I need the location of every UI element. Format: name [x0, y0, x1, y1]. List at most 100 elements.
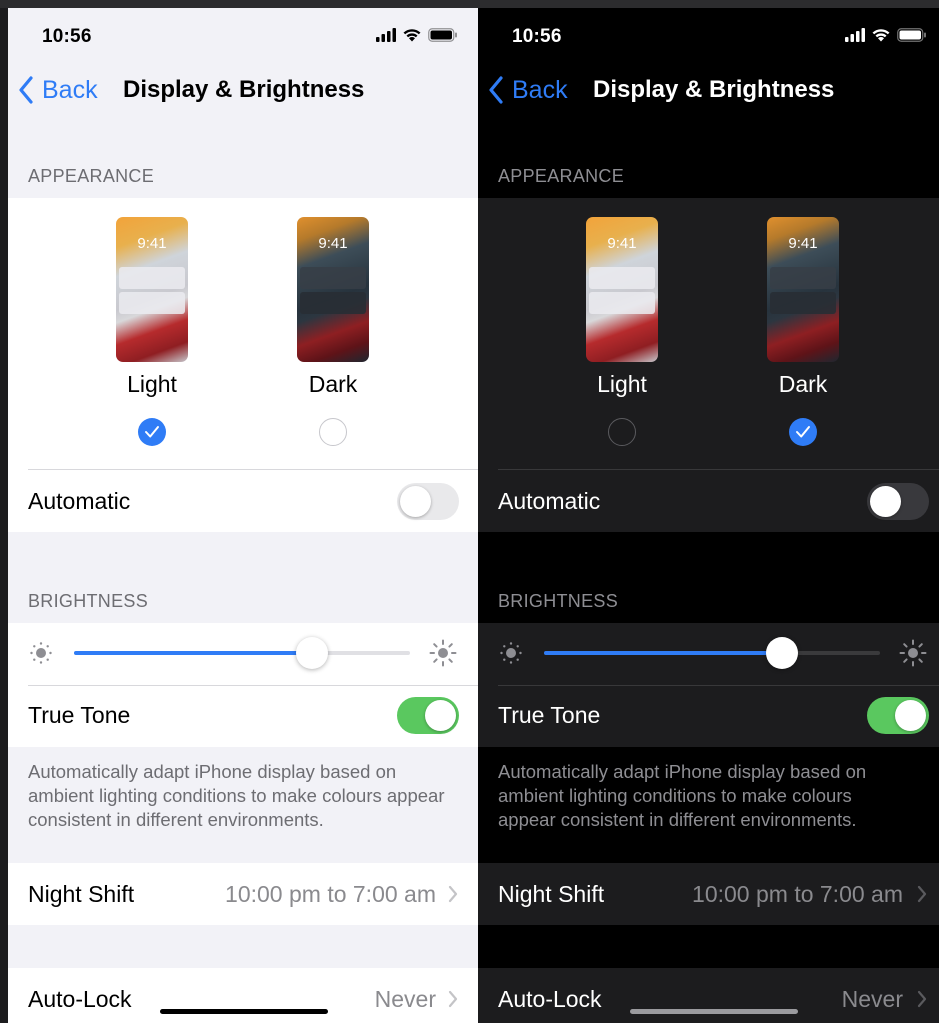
brightness-slider-fill: [74, 651, 312, 655]
auto-lock-label: Auto-Lock: [28, 986, 132, 1012]
divider: [498, 469, 939, 470]
brightness-slider-fill: [544, 651, 782, 655]
wifi-icon: [403, 29, 421, 42]
chevron-right-icon: [448, 990, 458, 1008]
preview-notification: [119, 292, 185, 314]
appearance-option-dark[interactable]: 9:41: [767, 217, 839, 362]
divider: [28, 685, 478, 686]
back-label: Back: [512, 75, 568, 104]
night-shift-value: 10:00 pm to 7:00 am: [225, 881, 436, 907]
automatic-label: Automatic: [498, 488, 601, 514]
preview-time: 9:41: [607, 235, 637, 252]
page-title: Display & Brightness: [123, 76, 365, 103]
preview-time: 9:41: [788, 235, 818, 252]
status-icons: [376, 27, 458, 42]
divider: [28, 469, 478, 470]
light-preview-thumbnail: 9:41: [586, 217, 658, 362]
chevron-left-icon: [489, 76, 503, 104]
dark-preview-thumbnail: 9:41: [767, 217, 839, 362]
toggle-knob: [870, 486, 901, 517]
appearance-dark-radio[interactable]: [319, 418, 347, 446]
automatic-toggle[interactable]: [397, 483, 459, 520]
appearance-light-radio-selected[interactable]: [138, 418, 166, 446]
back-button[interactable]: Back: [488, 72, 568, 108]
preview-notification: [770, 267, 836, 289]
home-indicator[interactable]: [160, 1009, 328, 1014]
appearance-option-light-label: Light: [597, 371, 647, 397]
sun-low-icon: [30, 642, 52, 664]
preview-notification: [770, 292, 836, 314]
auto-lock-label: Auto-Lock: [498, 986, 602, 1012]
preview-notification: [300, 292, 366, 314]
auto-lock-row[interactable]: Auto-Lock Never: [8, 968, 478, 1023]
appearance-light-radio[interactable]: [608, 418, 636, 446]
night-shift-row[interactable]: Night Shift 10:00 pm to 7:00 am: [478, 863, 939, 925]
auto-lock-row[interactable]: Auto-Lock Never: [478, 968, 939, 1023]
appearance-group: 9:41 Light 9:41 Dark Automatic: [478, 198, 939, 532]
true-tone-label: True Tone: [28, 702, 131, 728]
auto-lock-value: Never: [841, 986, 903, 1012]
brightness-slider-thumb[interactable]: [766, 637, 798, 669]
chevron-left-icon: [19, 76, 33, 104]
appearance-option-light[interactable]: 9:41: [586, 217, 658, 362]
status-time: 10:56: [42, 26, 92, 47]
preview-notification: [589, 292, 655, 314]
true-tone-footer: Automatically adapt iPhone display based…: [28, 761, 445, 830]
battery-icon: [897, 27, 926, 42]
screenshot-pair: 10:56 Back Display & Brightness APPEARAN…: [0, 0, 939, 1023]
brightness-group: True Tone: [478, 623, 939, 747]
sun-low-icon: [500, 642, 522, 664]
dark-mode-screen: 10:56 Back Display & Brightness APPEARAN…: [478, 8, 939, 1023]
appearance-option-dark-label: Dark: [308, 371, 358, 397]
dark-preview-thumbnail: 9:41: [297, 217, 369, 362]
preview-time: 9:41: [318, 235, 348, 252]
sun-high-icon: [429, 639, 457, 667]
preview-time: 9:41: [137, 235, 167, 252]
night-shift-label: Night Shift: [28, 881, 135, 907]
cellular-signal-icon: [845, 27, 865, 42]
brightness-slider-thumb[interactable]: [296, 637, 328, 669]
appearance-header: APPEARANCE: [498, 166, 625, 186]
automatic-toggle[interactable]: [867, 483, 929, 520]
cellular-signal-icon: [376, 27, 396, 42]
appearance-option-light-label: Light: [127, 371, 177, 397]
night-shift-label: Night Shift: [498, 881, 605, 907]
wifi-icon: [872, 29, 890, 42]
true-tone-label: True Tone: [498, 702, 601, 728]
status-icons: [845, 27, 927, 42]
night-shift-value: 10:00 pm to 7:00 am: [692, 881, 903, 907]
battery-icon: [428, 27, 457, 42]
true-tone-toggle[interactable]: [867, 697, 929, 734]
brightness-header: BRIGHTNESS: [28, 591, 149, 611]
appearance-option-dark-label: Dark: [778, 371, 828, 397]
checkmark-icon: [145, 426, 159, 438]
brightness-header: BRIGHTNESS: [498, 591, 619, 611]
home-indicator[interactable]: [630, 1009, 798, 1014]
light-preview-thumbnail: 9:41: [116, 217, 188, 362]
appearance-option-dark[interactable]: 9:41: [297, 217, 369, 362]
night-shift-row[interactable]: Night Shift 10:00 pm to 7:00 am: [8, 863, 478, 925]
preview-notification: [119, 267, 185, 289]
toggle-knob: [895, 700, 926, 731]
preview-notification: [300, 267, 366, 289]
chevron-right-icon: [448, 885, 458, 903]
light-mode-screen: 10:56 Back Display & Brightness APPEARAN…: [8, 8, 478, 1023]
auto-lock-value: Never: [374, 986, 436, 1012]
preview-notification: [589, 267, 655, 289]
checkmark-icon: [796, 426, 810, 438]
divider: [498, 685, 939, 686]
page-title: Display & Brightness: [593, 76, 835, 103]
appearance-option-light[interactable]: 9:41: [116, 217, 188, 362]
true-tone-footer: Automatically adapt iPhone display based…: [498, 761, 867, 830]
toggle-knob: [400, 486, 431, 517]
back-label: Back: [42, 75, 98, 104]
appearance-header: APPEARANCE: [28, 166, 155, 186]
appearance-dark-radio-selected[interactable]: [789, 418, 817, 446]
chevron-right-icon: [917, 885, 927, 903]
back-button[interactable]: Back: [18, 72, 98, 108]
true-tone-toggle[interactable]: [397, 697, 459, 734]
status-time: 10:56: [512, 26, 562, 47]
toggle-knob: [425, 700, 456, 731]
window-top-edge: [0, 0, 939, 8]
automatic-label: Automatic: [28, 488, 131, 514]
